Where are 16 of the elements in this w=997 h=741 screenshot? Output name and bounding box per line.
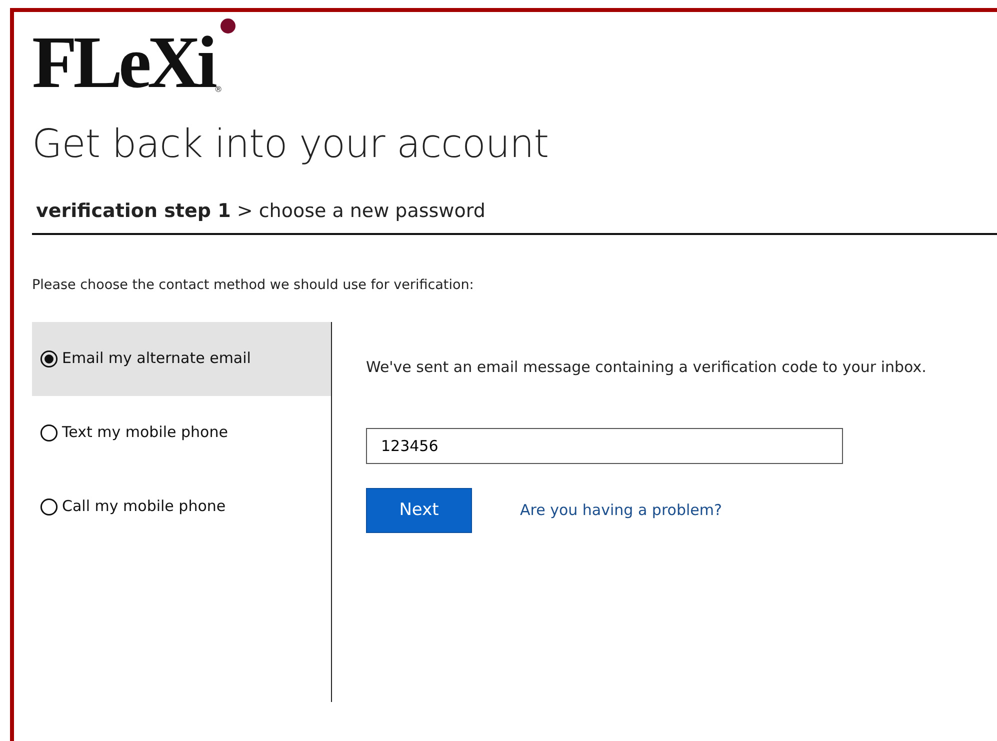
dot-icon xyxy=(220,18,236,34)
step-breadcrumb: verification step 1 > choose a new password xyxy=(35,198,486,224)
contact-option[interactable]: Email my alternate email xyxy=(32,322,331,396)
help-link[interactable]: Are you having a problem? xyxy=(520,499,722,522)
code-field[interactable]: 123456 xyxy=(366,428,843,464)
contact-option[interactable]: Call my mobile phone xyxy=(32,470,331,544)
page-title: Get back into your account xyxy=(32,122,550,169)
registered-mark: ® xyxy=(214,86,222,94)
contact-option[interactable]: Text my mobile phone xyxy=(32,396,331,470)
logo: FLeXi xyxy=(32,26,214,100)
radio-button[interactable] xyxy=(40,424,58,442)
radio-button[interactable] xyxy=(40,350,58,368)
instruction-text: Please choose the contact method we should use for verification: xyxy=(32,276,475,296)
next-button[interactable]: Next xyxy=(366,488,472,534)
radio-button[interactable] xyxy=(40,498,58,516)
info-message: We've sent an email message containing a verification code to your inbox. xyxy=(366,356,928,378)
